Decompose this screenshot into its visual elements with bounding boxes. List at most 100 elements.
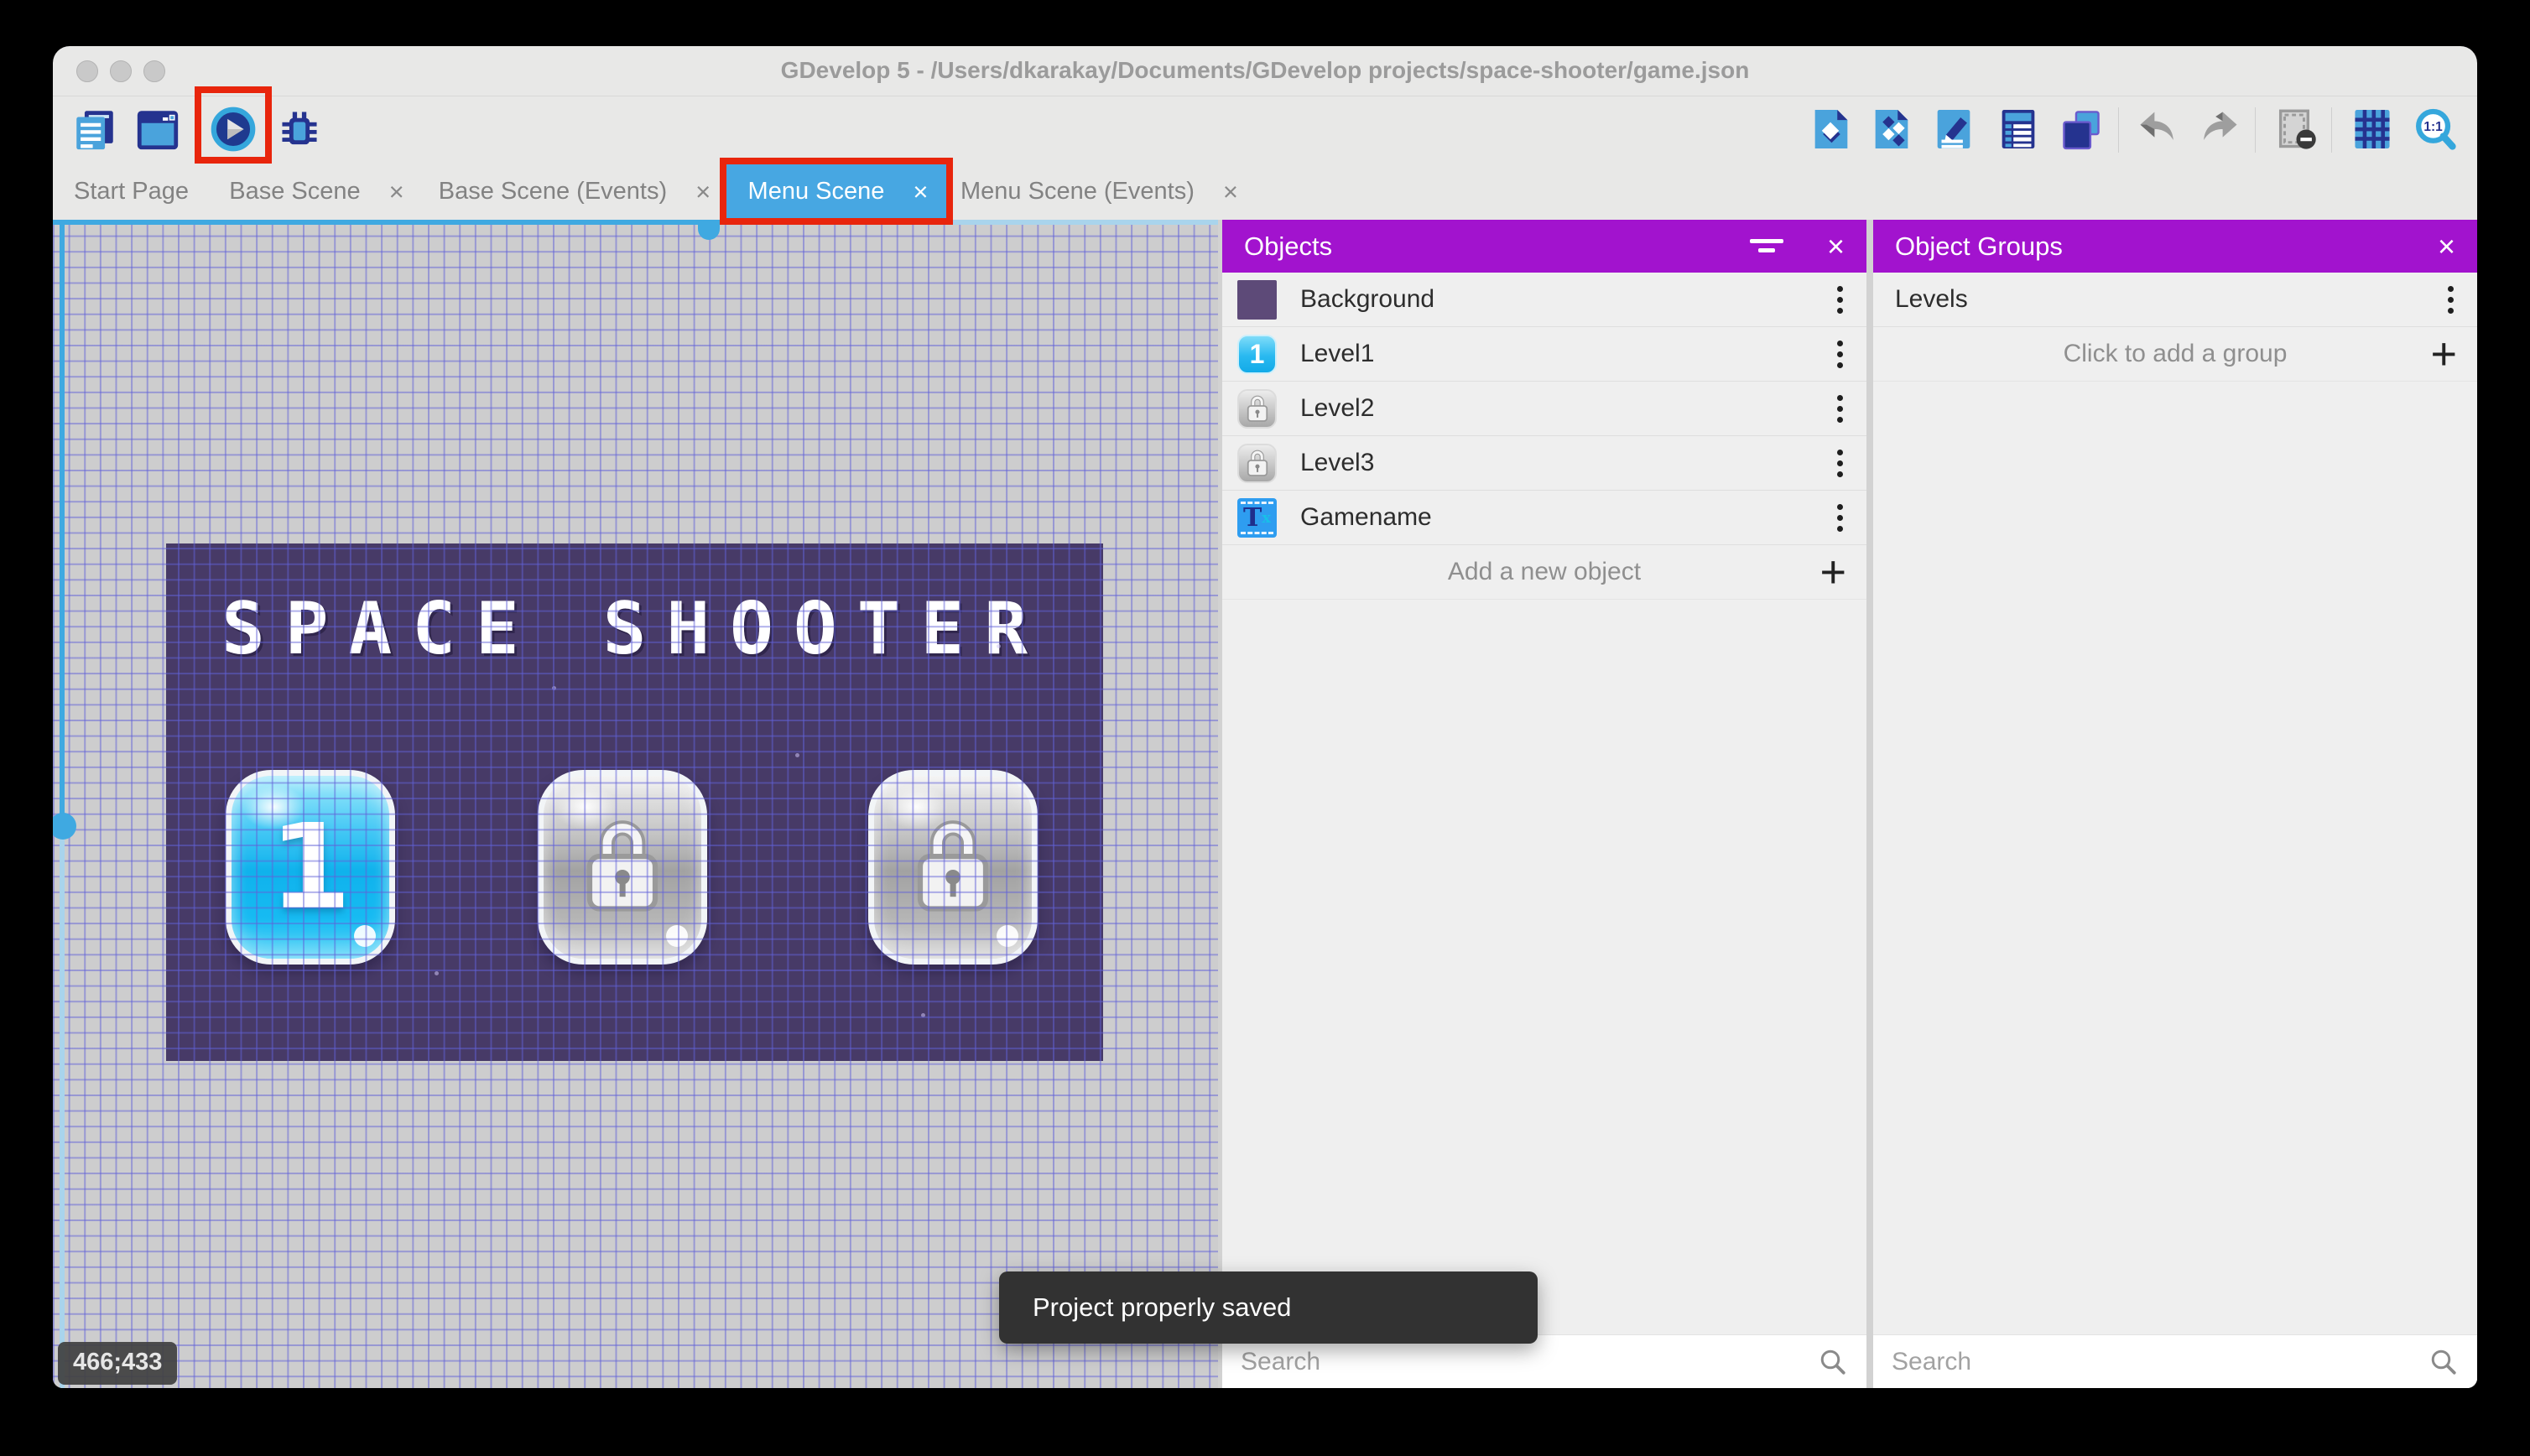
- groups-search-input[interactable]: [1892, 1348, 2428, 1376]
- grid-icon: [2348, 105, 2397, 158]
- close-window-button[interactable]: [76, 60, 98, 82]
- tab-close-icon[interactable]: ×: [1223, 179, 1238, 205]
- sparkle: [997, 644, 1001, 648]
- group-label: Levels: [1895, 285, 1968, 314]
- svg-text:1:1: 1:1: [2423, 119, 2443, 133]
- close-panel-icon[interactable]: ×: [1827, 231, 1845, 262]
- scene-editor-canvas[interactable]: SPACE SHOOTER 1: [53, 220, 1218, 1388]
- toggle-mask-button[interactable]: [2272, 106, 2322, 156]
- vertical-scrollbar[interactable]: [60, 826, 65, 1388]
- close-panel-icon[interactable]: ×: [2438, 231, 2455, 262]
- tab-start-page[interactable]: Start Page: [53, 164, 210, 220]
- toolbar-separator: [2331, 107, 2332, 153]
- sparkle: [795, 753, 799, 757]
- kebab-menu-icon[interactable]: [1837, 395, 1843, 423]
- add-new-object-button[interactable]: Add a new object +: [1222, 545, 1866, 600]
- tab-base-scene[interactable]: Base Scene ×: [210, 164, 424, 220]
- kebab-menu-icon[interactable]: [1837, 341, 1843, 368]
- properties-pencil-icon: [1929, 105, 1978, 158]
- object-label: Background: [1300, 285, 1434, 314]
- objects-panel-header: Objects ×: [1222, 220, 1866, 273]
- gdevelop-window: GDevelop 5 - /Users/dkarakay/Documents/G…: [53, 46, 2477, 1388]
- add-object-label: Add a new object: [1448, 558, 1641, 586]
- layers-editor-icon: [2057, 105, 2106, 158]
- object-label: Level2: [1300, 394, 1374, 423]
- tab-bar: Start Page Base Scene × Base Scene (Even…: [53, 164, 1248, 220]
- kebab-menu-icon[interactable]: [1837, 286, 1843, 314]
- toolbar-separator: [2255, 107, 2256, 153]
- horizontal-scrollbar[interactable]: [53, 220, 709, 225]
- object-row-level1[interactable]: 1 Level1: [1222, 327, 1866, 382]
- object-groups-panel-header: Object Groups ×: [1873, 220, 2477, 273]
- lock-icon: [1245, 393, 1270, 424]
- vertical-scrollbar-handle[interactable]: [53, 813, 76, 840]
- scene-window-button[interactable]: [133, 106, 183, 156]
- scene-title-text-object[interactable]: SPACE SHOOTER: [166, 587, 1103, 671]
- annotation-box-menu-scene-tab: [720, 158, 953, 225]
- level1-button-object[interactable]: 1: [226, 770, 395, 965]
- level2-button-object[interactable]: [538, 770, 707, 965]
- mask-icon: [2272, 105, 2321, 158]
- lock-icon: [909, 813, 997, 922]
- level1-digit: 1: [232, 776, 389, 959]
- plus-icon: +: [2430, 331, 2457, 377]
- save-toast: Project properly saved: [999, 1271, 1538, 1344]
- object-thumbnail-lock: [1237, 444, 1277, 483]
- add-group-button[interactable]: Click to add a group +: [1873, 327, 2477, 382]
- minimize-window-button[interactable]: [110, 60, 132, 82]
- object-row-gamename[interactable]: Tx Gamename: [1222, 491, 1866, 545]
- window-title: GDevelop 5 - /Users/dkarakay/Documents/G…: [53, 46, 2477, 95]
- zoom-options-button[interactable]: 1:1: [2410, 106, 2460, 156]
- scene-window-icon: [133, 105, 182, 158]
- tab-close-icon[interactable]: ×: [695, 179, 711, 205]
- filter-icon[interactable]: [1750, 237, 1783, 257]
- redo-icon: [2195, 105, 2244, 158]
- object-row-level2[interactable]: Level2: [1222, 382, 1866, 436]
- cursor-coordinates-badge: 466;433: [58, 1342, 177, 1385]
- tab-label: Menu Scene (Events): [960, 178, 1195, 205]
- object-groups-editor-icon: [1867, 105, 1916, 158]
- kebab-menu-icon[interactable]: [2448, 286, 2454, 314]
- object-thumbnail-background: [1237, 280, 1277, 320]
- toolbar: 1:1: [53, 97, 2477, 164]
- plus-icon: +: [1819, 549, 1846, 595]
- objects-search-input[interactable]: [1241, 1348, 1818, 1376]
- object-label: Level1: [1300, 340, 1374, 368]
- open-instances-list-button[interactable]: [1993, 106, 2043, 156]
- search-icon: [1818, 1347, 1848, 1377]
- redo-button[interactable]: [2194, 106, 2245, 156]
- tab-close-icon[interactable]: ×: [389, 179, 404, 205]
- toggle-grid-button[interactable]: [2347, 106, 2397, 156]
- kebab-menu-icon[interactable]: [1837, 504, 1843, 532]
- level3-button-object[interactable]: [868, 770, 1038, 965]
- tab-base-scene-events[interactable]: Base Scene (Events) ×: [424, 164, 726, 220]
- undo-icon: [2133, 105, 2182, 158]
- object-groups-panel: Object Groups × Levels Click to add a gr…: [1873, 220, 2477, 1388]
- project-manager-icon: [70, 105, 119, 158]
- scene-game-area: SPACE SHOOTER 1: [166, 543, 1103, 1061]
- object-groups-panel-title: Object Groups: [1895, 231, 2063, 262]
- open-properties-button[interactable]: [1929, 106, 1979, 156]
- object-row-background[interactable]: Background: [1222, 273, 1866, 327]
- object-label: Level3: [1300, 449, 1374, 477]
- open-objects-editor-button[interactable]: [1806, 106, 1856, 156]
- vertical-scrollbar[interactable]: [60, 220, 65, 826]
- object-label: Gamename: [1300, 503, 1432, 532]
- tab-menu-scene-events[interactable]: Menu Scene (Events) ×: [950, 164, 1248, 220]
- undo-button[interactable]: [2132, 106, 2183, 156]
- project-manager-button[interactable]: [70, 106, 120, 156]
- open-layers-editor-button[interactable]: [2056, 106, 2106, 156]
- objects-panel: Objects × Background 1 Level1: [1222, 220, 1866, 1388]
- object-row-level3[interactable]: Level3: [1222, 436, 1866, 491]
- group-row-levels[interactable]: Levels: [1873, 273, 2477, 327]
- horizontal-scrollbar-handle[interactable]: [698, 220, 720, 240]
- open-object-groups-editor-button[interactable]: [1866, 106, 1917, 156]
- debugger-button[interactable]: [274, 106, 325, 156]
- objects-panel-title: Objects: [1244, 231, 1332, 262]
- kebab-menu-icon[interactable]: [1837, 450, 1843, 477]
- object-thumbnail-level1: 1: [1237, 335, 1277, 374]
- tab-label: Base Scene: [229, 178, 360, 205]
- zoom-window-button[interactable]: [143, 60, 165, 82]
- toolbar-separator: [2118, 107, 2119, 153]
- object-thumbnail-text: Tx: [1237, 498, 1277, 538]
